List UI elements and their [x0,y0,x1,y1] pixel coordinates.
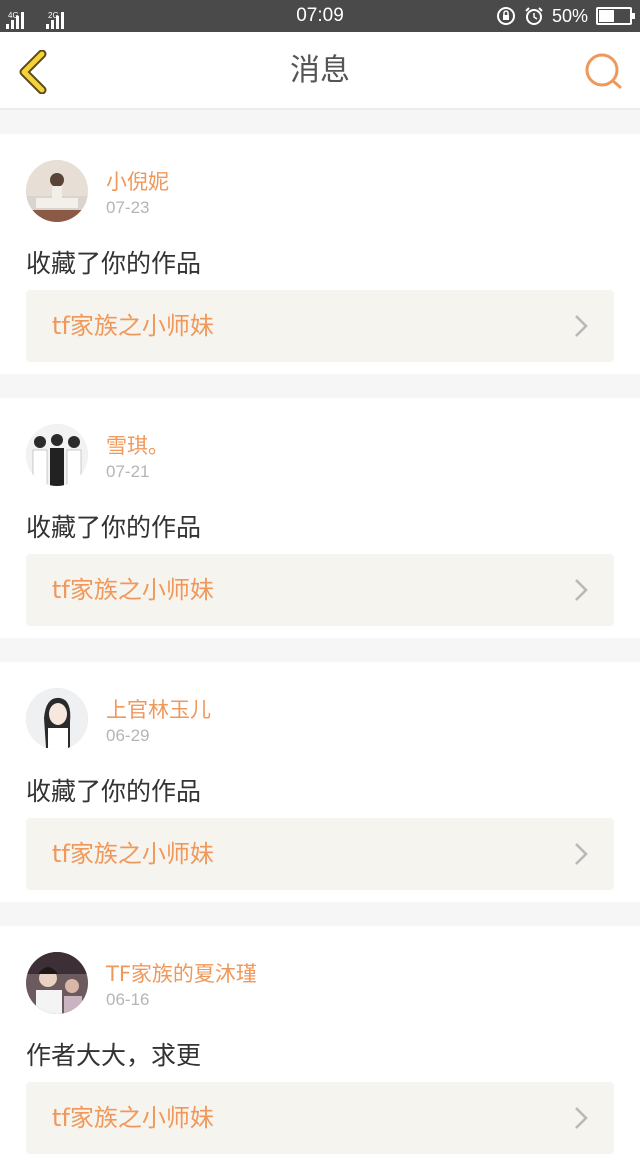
username[interactable]: 上官林玉儿 [106,694,211,724]
rotation-lock-icon [496,7,515,25]
alarm-icon [525,7,543,25]
message-text: 作者大大，求更 [26,1041,202,1070]
message-list: 小倪妮 07-23 收藏了你的作品 tf家族之小师妹 雪琪。 07-21 收藏了… [0,110,640,1166]
username[interactable]: 小倪妮 [106,166,169,196]
divider [0,638,640,662]
work-link[interactable]: tf家族之小师妹 [26,554,614,626]
message-date: 07-21 [106,462,150,481]
chevron-right-icon [575,843,588,865]
avatar[interactable] [26,160,88,222]
username[interactable]: TF家族的夏沐瑾 [106,958,257,988]
divider [0,110,640,134]
avatar[interactable] [26,952,88,1014]
message-card: 雪琪。 07-21 收藏了你的作品 tf家族之小师妹 [0,398,640,638]
message-text: 收藏了你的作品 [26,777,202,806]
message-date: 06-16 [106,990,150,1009]
avatar[interactable] [26,424,88,486]
message-card: 上官林玉儿 06-29 收藏了你的作品 tf家族之小师妹 [0,662,640,902]
work-link[interactable]: tf家族之小师妹 [26,818,614,890]
message-text: 收藏了你的作品 [26,249,202,278]
work-title: tf家族之小师妹 [52,840,214,868]
nav-bar: 消息 [0,32,640,110]
chevron-right-icon [575,1107,588,1129]
message-date: 06-29 [106,726,150,745]
chevron-right-icon [575,579,588,601]
divider [0,902,640,926]
divider [0,374,640,398]
battery-icon [596,7,635,25]
status-bar: 4G 2G 07:09 50% [0,0,640,32]
message-text: 收藏了你的作品 [26,513,202,542]
battery-percent: 50% [551,5,588,26]
username[interactable]: 雪琪。 [106,430,169,460]
work-title: tf家族之小师妹 [52,576,214,604]
work-title: tf家族之小师妹 [52,312,214,340]
message-card: 小倪妮 07-23 收藏了你的作品 tf家族之小师妹 [0,134,640,374]
page-title: 消息 [290,53,350,88]
message-card: TF家族的夏沐瑾 06-16 作者大大，求更 tf家族之小师妹 [0,926,640,1166]
work-title: tf家族之小师妹 [52,1104,214,1132]
work-link[interactable]: tf家族之小师妹 [26,1082,614,1154]
work-link[interactable]: tf家族之小师妹 [26,290,614,362]
chevron-right-icon [575,315,588,337]
message-date: 07-23 [106,198,150,217]
avatar[interactable] [26,688,88,750]
search-icon[interactable] [584,52,624,92]
